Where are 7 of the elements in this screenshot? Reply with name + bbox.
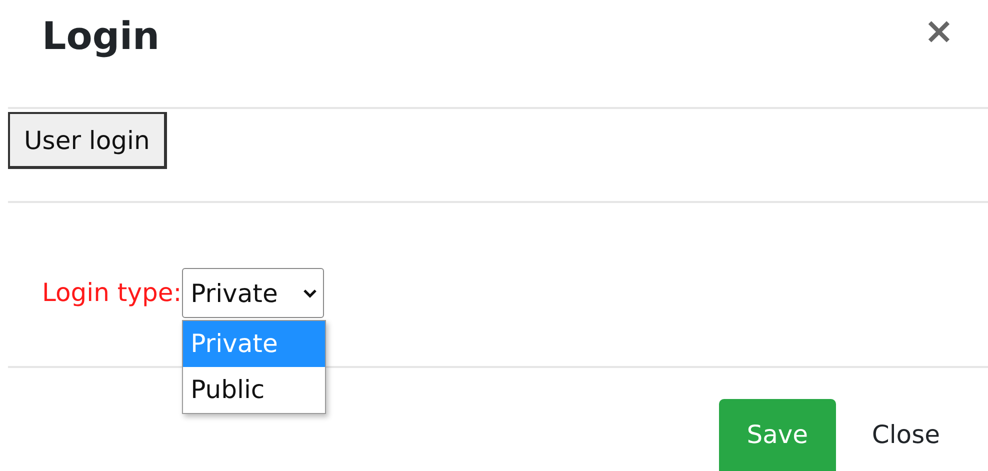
dialog-title: Login [42, 13, 160, 60]
login-type-select[interactable]: Private [182, 268, 324, 318]
chevron-down-icon [302, 288, 317, 298]
field-label: Login type: [42, 277, 182, 309]
dropdown-option[interactable]: Public [182, 367, 325, 413]
user-login-button[interactable]: User login [8, 112, 167, 169]
close-button[interactable]: Close [850, 399, 962, 471]
